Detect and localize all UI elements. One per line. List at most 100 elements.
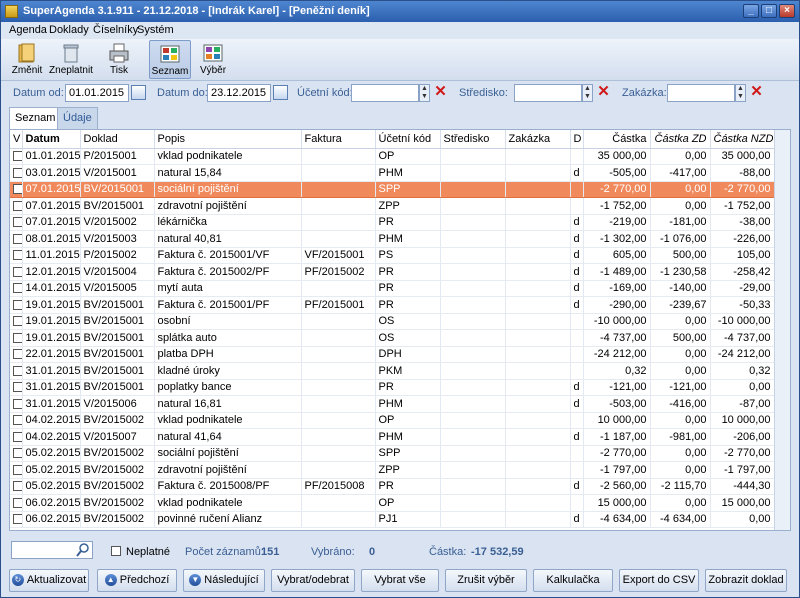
zakazka-input[interactable]: [667, 84, 735, 102]
row-checkbox[interactable]: [13, 217, 21, 228]
col-stredisko[interactable]: Středisko: [440, 130, 506, 149]
col-ucetni-kod[interactable]: Účetní kód: [375, 130, 441, 149]
menu-ciselniky[interactable]: Číselníky: [93, 24, 138, 36]
row-checkbox[interactable]: [13, 365, 21, 376]
vybrat-odebrat-button[interactable]: Vybrat/odebrat: [271, 569, 355, 592]
table-row[interactable]: 11.01.2015 P/2015002 Faktura č. 2015001/VF…: [10, 247, 775, 264]
maximize-icon[interactable]: □: [761, 4, 777, 18]
nasledujici-button[interactable]: ▼ Následující: [183, 569, 265, 592]
row-checkbox[interactable]: [13, 200, 21, 211]
row-checkbox[interactable]: [13, 415, 21, 426]
row-checkbox[interactable]: [13, 184, 21, 195]
datum-od-input[interactable]: 01.01.2015: [65, 84, 129, 102]
table-row[interactable]: 05.02.2015 BV/2015002 Faktura č. 2015008/P…: [10, 478, 775, 495]
col-castka-zd[interactable]: Částka ZD: [650, 130, 711, 149]
col-castka-nzd[interactable]: Částka NZD: [710, 130, 775, 149]
spinner-icon[interactable]: ▲ ▼: [419, 84, 430, 102]
neplatne-checkbox[interactable]: [111, 546, 121, 556]
row-checkbox-cell[interactable]: [10, 197, 23, 215]
close-icon[interactable]: ×: [779, 4, 795, 18]
row-checkbox[interactable]: [13, 448, 21, 459]
row-checkbox-cell[interactable]: [10, 280, 23, 297]
zneplatnit-button[interactable]: Zneplatnit: [49, 40, 93, 79]
row-checkbox[interactable]: [13, 316, 21, 327]
table-row[interactable]: 19.01.2015 BV/2015001 osobní OS -10 000,00 0,…: [10, 313, 775, 330]
row-checkbox[interactable]: [13, 514, 21, 525]
col-doklad[interactable]: Doklad: [80, 130, 155, 149]
col-zakazka[interactable]: Zakázka: [505, 130, 571, 149]
table-row[interactable]: 07.01.2015 V/2015002 lékárnička PR d -219,00-…: [10, 214, 775, 231]
menu-doklady[interactable]: Doklady: [49, 24, 89, 36]
row-checkbox[interactable]: [13, 431, 21, 442]
table-row[interactable]: 06.02.2015 BV/2015002 povinné ručení Alian…: [10, 511, 775, 528]
ucetni-kod-input[interactable]: [351, 84, 419, 102]
kalkulacka-button[interactable]: Kalkulačka: [533, 569, 613, 592]
row-checkbox[interactable]: [13, 464, 21, 475]
table-row[interactable]: 22.01.2015 BV/2015001 platba DPH DPH -24 212…: [10, 346, 775, 363]
col-v[interactable]: V: [10, 130, 23, 149]
spinner-icon[interactable]: ▲ ▼: [735, 84, 746, 102]
table-row[interactable]: 04.02.2015 BV/2015002 vklad podnikatele OP 1…: [10, 412, 775, 429]
table-row[interactable]: 04.02.2015 V/2015007 natural 41,64 PHM d -1 1…: [10, 428, 775, 446]
row-checkbox[interactable]: [13, 266, 21, 277]
row-checkbox-cell[interactable]: [10, 412, 23, 429]
row-checkbox[interactable]: [13, 233, 21, 244]
table-row[interactable]: 14.01.2015 V/2015005 mytí auta PR d -169,00 -1…: [10, 280, 775, 297]
tab-seznam[interactable]: Seznam: [9, 107, 62, 130]
table-row[interactable]: 31.01.2015 BV/2015001 kladné úroky PKM 0,32 0…: [10, 362, 775, 380]
export-csv-button[interactable]: Export do CSV: [619, 569, 699, 592]
row-checkbox[interactable]: [13, 497, 21, 508]
row-checkbox-cell[interactable]: [10, 313, 23, 330]
zmenit-button[interactable]: Změnit: [7, 40, 47, 79]
row-checkbox-cell[interactable]: [10, 230, 23, 248]
row-checkbox-cell[interactable]: [10, 164, 23, 182]
tisk-button[interactable]: Tisk: [99, 40, 139, 79]
row-checkbox-cell[interactable]: [10, 346, 23, 363]
row-checkbox-cell[interactable]: [10, 329, 23, 347]
col-d[interactable]: D: [570, 130, 584, 149]
row-checkbox-cell[interactable]: [10, 428, 23, 446]
row-checkbox[interactable]: [13, 167, 21, 178]
row-checkbox-cell[interactable]: [10, 181, 23, 198]
row-checkbox[interactable]: [13, 299, 21, 310]
menu-system[interactable]: Systém: [137, 24, 174, 36]
vertical-scrollbar[interactable]: [774, 130, 790, 530]
table-row[interactable]: 12.01.2015 V/2015004 Faktura č. 2015002/PF…: [10, 263, 775, 281]
table-row[interactable]: 05.02.2015 BV/2015002 zdravotní pojištění Z…: [10, 461, 775, 479]
row-checkbox-cell[interactable]: [10, 445, 23, 462]
table-row[interactable]: 01.01.2015 P/2015001 vklad podnikatele OP 35…: [10, 148, 775, 165]
aktualizovat-button[interactable]: ↻ Aktualizovat: [9, 569, 89, 592]
row-checkbox[interactable]: [13, 481, 21, 492]
clear-icon[interactable]: ✕: [749, 84, 764, 100]
col-datum[interactable]: Datum: [22, 130, 81, 149]
row-checkbox[interactable]: [13, 332, 21, 343]
table-row[interactable]: 19.01.2015 BV/2015001 Faktura č. 2015001/P…: [10, 296, 775, 314]
col-faktura[interactable]: Faktura: [301, 130, 376, 149]
calendar-icon[interactable]: [273, 85, 288, 100]
clear-icon[interactable]: ✕: [433, 84, 448, 100]
table-row[interactable]: 07.01.2015 BV/2015001 zdravotní pojištění Z…: [10, 197, 775, 215]
table-row[interactable]: 07.01.2015 BV/2015001 sociální pojištění SP…: [10, 181, 775, 198]
search-icon[interactable]: [76, 543, 90, 557]
row-checkbox-cell[interactable]: [10, 148, 23, 165]
search-input[interactable]: [11, 541, 93, 559]
row-checkbox[interactable]: [13, 283, 21, 294]
row-checkbox-cell[interactable]: [10, 296, 23, 314]
row-checkbox-cell[interactable]: [10, 263, 23, 281]
table-row[interactable]: 08.01.2015 V/2015003 natural 40,81 PHM d -1 3…: [10, 230, 775, 248]
zrusit-vyber-button[interactable]: Zrušit výběr: [445, 569, 527, 592]
predchozi-button[interactable]: ▲ Předchozí: [97, 569, 177, 592]
table-row[interactable]: 19.01.2015 BV/2015001 splátka auto OS -4 737…: [10, 329, 775, 347]
table-row[interactable]: 31.01.2015 BV/2015001 poplatky bance PR d -12…: [10, 379, 775, 396]
menu-agenda[interactable]: Agenda: [9, 24, 47, 36]
tab-udaje[interactable]: Údaje: [57, 107, 98, 129]
row-checkbox-cell[interactable]: [10, 478, 23, 495]
calendar-icon[interactable]: [131, 85, 146, 100]
row-checkbox[interactable]: [13, 349, 21, 360]
col-popis[interactable]: Popis: [154, 130, 302, 149]
row-checkbox-cell[interactable]: [10, 395, 23, 413]
spinner-icon[interactable]: ▲ ▼: [582, 84, 593, 102]
row-checkbox-cell[interactable]: [10, 379, 23, 396]
table-row[interactable]: 31.01.2015 V/2015006 natural 16,81 PHM d -503…: [10, 395, 775, 413]
row-checkbox[interactable]: [13, 151, 21, 162]
